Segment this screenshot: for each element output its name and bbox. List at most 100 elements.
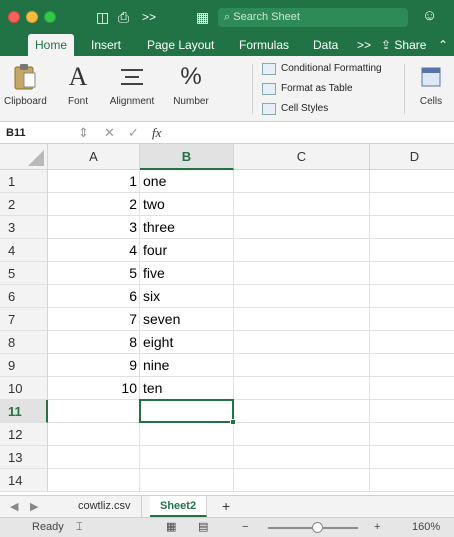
spreadsheet-grid[interactable]: A B C D 1 1 one 2 2 two 3 3 three 4 4 four 5 5 five 6 6 six 7 7… — [0, 144, 454, 495]
account-icon[interactable]: ☺ — [422, 6, 444, 26]
cell-b14[interactable] — [140, 469, 234, 492]
format-as-table-button[interactable]: Format as Table — [262, 80, 353, 98]
row-header-11[interactable]: 11 — [0, 400, 48, 423]
sheet-tab-sheet2[interactable]: Sheet2 — [150, 496, 208, 517]
cell-b5[interactable]: five — [140, 262, 234, 285]
cell-b9[interactable]: nine — [140, 354, 234, 377]
macro-record-icon[interactable]: ⌶ — [76, 518, 83, 537]
minimize-window-button[interactable] — [26, 11, 38, 23]
cell-d13[interactable] — [370, 446, 454, 469]
cell-d1[interactable] — [370, 170, 454, 193]
prev-sheet-icon[interactable]: ◀ — [10, 498, 18, 516]
cell-a10[interactable]: 10 — [48, 377, 140, 400]
cell-a9[interactable]: 9 — [48, 354, 140, 377]
tab-insert[interactable]: Insert — [84, 34, 128, 56]
cell-c4[interactable] — [234, 239, 370, 262]
column-header-d[interactable]: D — [370, 144, 454, 170]
cell-d3[interactable] — [370, 216, 454, 239]
cell-d14[interactable] — [370, 469, 454, 492]
cell-b13[interactable] — [140, 446, 234, 469]
cell-c5[interactable] — [234, 262, 370, 285]
search-input[interactable]: ⌕ Search Sheet — [218, 8, 408, 27]
cell-a13[interactable] — [48, 446, 140, 469]
collapse-ribbon-icon[interactable]: ⌃ — [431, 34, 454, 56]
select-all-button[interactable] — [0, 144, 48, 170]
name-box-stepper-icon[interactable]: ⇕ — [78, 124, 89, 142]
next-sheet-icon[interactable]: ▶ — [30, 498, 38, 516]
cell-d5[interactable] — [370, 262, 454, 285]
cell-c11[interactable] — [234, 400, 370, 423]
conditional-formatting-button[interactable]: Conditional Formatting — [262, 60, 382, 78]
cell-a6[interactable]: 6 — [48, 285, 140, 308]
cell-a14[interactable] — [48, 469, 140, 492]
save-icon[interactable]: ⎙ — [118, 8, 129, 26]
cell-d9[interactable] — [370, 354, 454, 377]
cells-group[interactable]: Cells — [412, 60, 450, 118]
cell-a3[interactable]: 3 — [48, 216, 140, 239]
share-button[interactable]: ⇪ Share — [374, 34, 433, 56]
sheet-tab-cowtliz[interactable]: cowtliz.csv — [68, 496, 142, 517]
cell-a2[interactable]: 2 — [48, 193, 140, 216]
cell-b8[interactable]: eight — [140, 331, 234, 354]
fill-handle[interactable] — [230, 419, 236, 425]
column-header-b[interactable]: B — [140, 144, 234, 170]
cell-a8[interactable]: 8 — [48, 331, 140, 354]
row-header-10[interactable]: 10 — [0, 377, 48, 400]
cell-d4[interactable] — [370, 239, 454, 262]
row-header-3[interactable]: 3 — [0, 216, 48, 239]
page-layout-view-icon[interactable]: ▤ — [198, 518, 208, 537]
font-group[interactable]: A Font — [58, 60, 98, 118]
cell-c10[interactable] — [234, 377, 370, 400]
cell-b7[interactable]: seven — [140, 308, 234, 331]
column-header-a[interactable]: A — [48, 144, 140, 170]
cell-styles-button[interactable]: Cell Styles — [262, 100, 328, 118]
cell-c8[interactable] — [234, 331, 370, 354]
row-header-7[interactable]: 7 — [0, 308, 48, 331]
cell-a7[interactable]: 7 — [48, 308, 140, 331]
cell-c1[interactable] — [234, 170, 370, 193]
row-header-8[interactable]: 8 — [0, 331, 48, 354]
row-header-2[interactable]: 2 — [0, 193, 48, 216]
tab-page-layout[interactable]: Page Layout — [140, 34, 221, 56]
column-header-c[interactable]: C — [234, 144, 370, 170]
cell-c6[interactable] — [234, 285, 370, 308]
cell-d2[interactable] — [370, 193, 454, 216]
row-header-4[interactable]: 4 — [0, 239, 48, 262]
cell-d12[interactable] — [370, 423, 454, 446]
cell-b10[interactable]: ten — [140, 377, 234, 400]
cell-b12[interactable] — [140, 423, 234, 446]
overflow-label[interactable]: >> — [142, 8, 156, 26]
cell-a11[interactable] — [48, 400, 140, 423]
name-box[interactable]: B11 — [6, 125, 66, 141]
cell-a12[interactable] — [48, 423, 140, 446]
row-header-13[interactable]: 13 — [0, 446, 48, 469]
row-header-12[interactable]: 12 — [0, 423, 48, 446]
close-window-button[interactable] — [8, 11, 20, 23]
zoom-slider-thumb[interactable] — [312, 522, 323, 533]
normal-view-icon[interactable]: ▦ — [166, 518, 176, 537]
add-sheet-button[interactable]: + — [212, 496, 240, 517]
cell-b3[interactable]: three — [140, 216, 234, 239]
row-header-1[interactable]: 1 — [0, 170, 48, 193]
cell-c12[interactable] — [234, 423, 370, 446]
cell-a4[interactable]: 4 — [48, 239, 140, 262]
cell-d8[interactable] — [370, 331, 454, 354]
cell-c7[interactable] — [234, 308, 370, 331]
cell-d6[interactable] — [370, 285, 454, 308]
clipboard-group[interactable]: Clipboard — [4, 60, 47, 118]
cell-d7[interactable] — [370, 308, 454, 331]
row-header-5[interactable]: 5 — [0, 262, 48, 285]
cell-a1[interactable]: 1 — [48, 170, 140, 193]
row-header-6[interactable]: 6 — [0, 285, 48, 308]
cancel-icon[interactable]: ✕ — [104, 124, 115, 142]
zoom-out-button[interactable]: − — [242, 518, 248, 537]
maximize-window-button[interactable] — [44, 11, 56, 23]
alignment-group[interactable]: Alignment — [106, 60, 158, 118]
cell-b2[interactable]: two — [140, 193, 234, 216]
cell-a5[interactable]: 5 — [48, 262, 140, 285]
row-header-9[interactable]: 9 — [0, 354, 48, 377]
tab-formulas[interactable]: Formulas — [232, 34, 296, 56]
tab-data[interactable]: Data — [306, 34, 345, 56]
cell-c2[interactable] — [234, 193, 370, 216]
cell-b11[interactable] — [140, 400, 234, 423]
